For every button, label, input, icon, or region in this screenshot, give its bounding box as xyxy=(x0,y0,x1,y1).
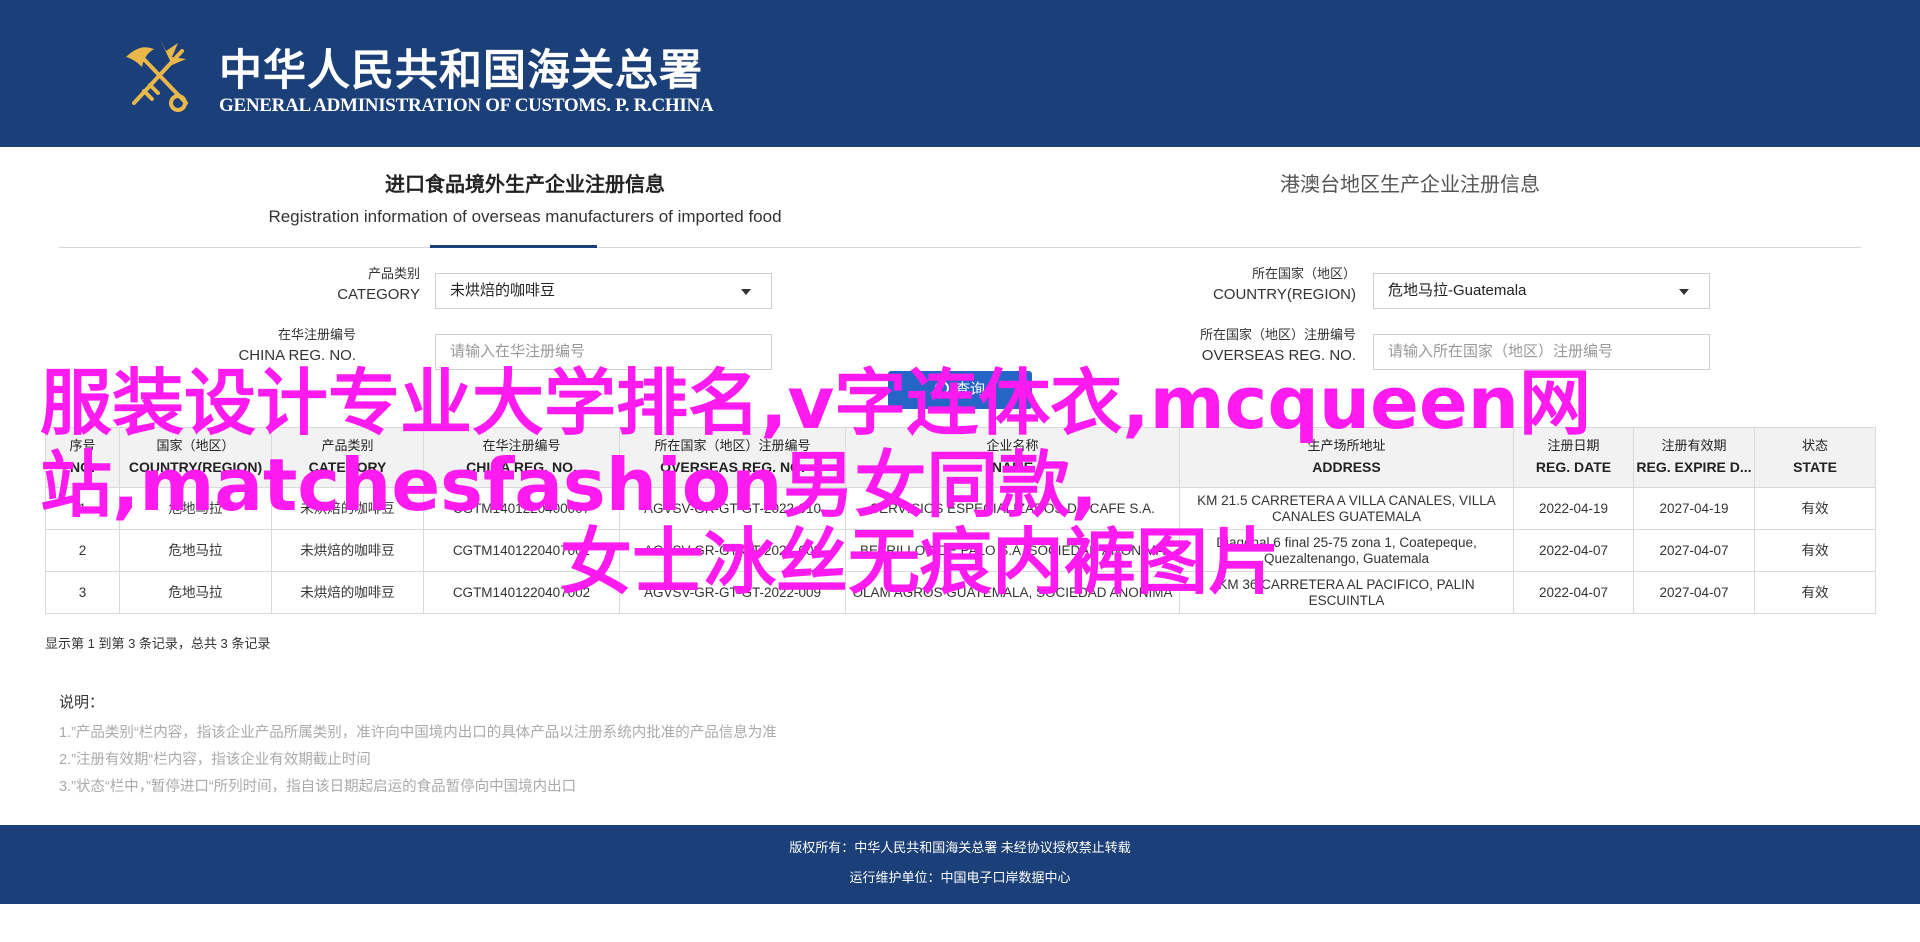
site-title-en: GENERAL ADMINISTRATION OF CUSTOMS. P. R.… xyxy=(219,95,714,116)
col-header-en: REG. EXPIRE D... xyxy=(1636,458,1752,475)
spam-overlay-text: 服装设计专业大学排名,v字连体衣,mcqueen网站,matchesfashio… xyxy=(40,361,1592,527)
tab-label-cn: 进口食品境外生产企业注册信息 xyxy=(385,172,665,196)
china-reg-label-cn: 在华注册编号 xyxy=(277,327,356,342)
customs-emblem-icon xyxy=(126,39,188,112)
cell-reg-date: 2022-04-07 xyxy=(1513,571,1634,614)
col-header-cn: 注册有效期 xyxy=(1661,437,1727,453)
cell-no: 2 xyxy=(45,529,120,572)
country-label-cn: 所在国家（地区） xyxy=(1251,266,1356,281)
chevron-down-icon xyxy=(1679,289,1689,295)
cell-state: 有效 xyxy=(1754,529,1876,572)
category-label: 产品类别 CATEGORY xyxy=(180,265,420,307)
category-selected-value: 未烘焙的咖啡豆 xyxy=(450,282,556,299)
note-item: 3.”状态“栏中，”暂停进口“所列时间，指自该日期起启运的食品暂停向中国境内出口 xyxy=(59,779,577,795)
notes-title: 说明： xyxy=(59,694,105,711)
col-header-cn: 状态 xyxy=(1801,437,1828,453)
china-reg-placeholder: 请输入在华注册编号 xyxy=(450,343,586,360)
country-label: 所在国家（地区） COUNTRY(REGION) xyxy=(1116,265,1356,307)
category-label-cn: 产品类别 xyxy=(367,266,420,281)
category-select[interactable]: 未烘焙的咖啡豆 xyxy=(435,273,772,309)
note-item: 1.”产品类别“栏内容，指该企业产品所属类别，准许向中国境内出口的具体产品以注册… xyxy=(59,725,777,741)
cell-expire: 2027-04-19 xyxy=(1633,487,1755,530)
cell-country: 危地马拉 xyxy=(119,529,272,572)
tab-label-en: Registration information of overseas man… xyxy=(268,207,782,226)
cell-no: 3 xyxy=(45,571,120,614)
col-header-expire[interactable]: 注册有效期 REG. EXPIRE D... xyxy=(1633,427,1755,488)
country-selected-value: 危地马拉-Guatemala xyxy=(1388,282,1527,299)
overseas-reg-placeholder: 请输入所在国家（地区）注册编号 xyxy=(1388,343,1614,360)
cell-category: 未烘焙的咖啡豆 xyxy=(271,571,424,614)
category-label-en: CATEGORY xyxy=(337,286,420,303)
tab-label-cn: 港澳台地区生产企业注册信息 xyxy=(1280,172,1540,196)
cell-expire: 2027-04-07 xyxy=(1633,529,1755,572)
cell-reg-date: 2022-04-07 xyxy=(1513,529,1634,572)
site-header: 中华人民共和国海关总署 GENERAL ADMINISTRATION OF CU… xyxy=(0,0,1920,147)
site-title-cn: 中华人民共和国海关总署 xyxy=(219,46,703,96)
col-header-state[interactable]: 状态 STATE xyxy=(1754,427,1876,488)
footer-copyright: 版权所有：中华人民共和国海关总署 未经协议授权禁止转载 xyxy=(789,840,1131,855)
cell-country: 危地马拉 xyxy=(119,571,272,614)
overseas-reg-label-cn: 所在国家（地区）注册编号 xyxy=(1199,327,1356,342)
country-label-en: COUNTRY(REGION) xyxy=(1212,286,1356,303)
chevron-down-icon xyxy=(741,289,751,295)
cell-state: 有效 xyxy=(1754,487,1876,530)
spam-overlay-text-line2: 女士冰丝无痕内裤图片 xyxy=(560,520,1281,604)
footer-maintainer: 运行维护单位：中国电子口岸数据中心 xyxy=(849,870,1071,885)
cell-category: 未烘焙的咖啡豆 xyxy=(271,529,424,572)
note-item: 2.”注册有效期“栏内容，指该企业有效期截止时间 xyxy=(59,752,371,768)
site-footer: 版权所有：中华人民共和国海关总署 未经协议授权禁止转载 运行维护单位：中国电子口… xyxy=(0,825,1920,904)
tab-overseas-registration[interactable]: 进口食品境外生产企业注册信息 Registration information … xyxy=(220,168,830,232)
col-header-en: STATE xyxy=(1793,458,1837,475)
notes-section: 说明： 1.”产品类别“栏内容，指该企业产品所属类别，准许向中国境内出口的具体产… xyxy=(59,690,777,801)
country-select[interactable]: 危地马拉-Guatemala xyxy=(1373,273,1710,309)
tab-divider xyxy=(59,247,1861,248)
records-summary: 显示第 1 到第 3 条记录，总共 3 条记录 xyxy=(45,636,271,651)
cell-state: 有效 xyxy=(1754,571,1876,614)
tab-hk-macao-taiwan[interactable]: 港澳台地区生产企业注册信息 xyxy=(1150,168,1670,200)
cell-expire: 2027-04-07 xyxy=(1633,571,1755,614)
active-tab-indicator xyxy=(430,245,597,248)
